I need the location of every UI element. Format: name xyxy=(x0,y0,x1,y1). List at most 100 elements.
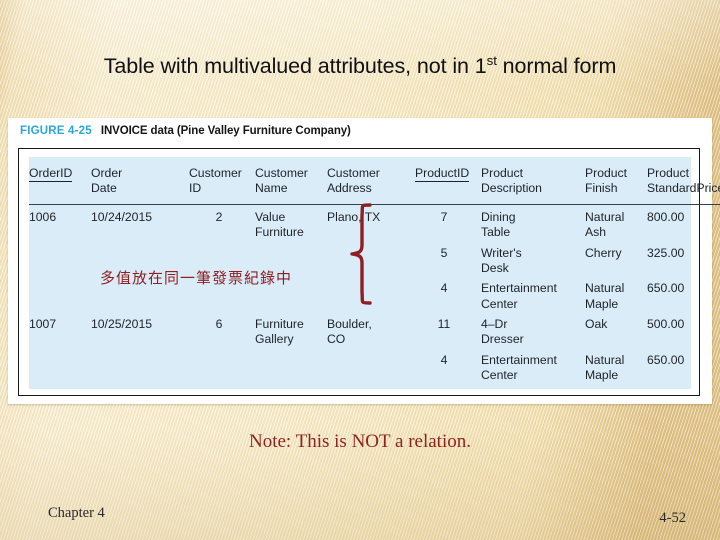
column-header-orderdate-l1: Order xyxy=(91,166,123,180)
column-header-productfinish-l1: Product xyxy=(585,166,628,180)
column-header-productid: ProductID xyxy=(407,157,481,204)
cell-orderid xyxy=(29,241,91,277)
cell-customername xyxy=(255,348,327,384)
cell-customeraddress xyxy=(327,241,407,277)
cell-customeraddress xyxy=(327,348,407,384)
invoice-table-header: OrderID Order Date Customer ID Customer xyxy=(29,157,720,205)
header-row: OrderID Order Date Customer ID Customer xyxy=(29,157,720,205)
cell-productdescription-l1: Entertainment xyxy=(481,352,557,367)
cell-productid: 4 xyxy=(440,352,448,367)
cell-productdescription: 4–Dr Dresser xyxy=(481,312,585,348)
column-header-customername-l1: Customer xyxy=(255,166,308,180)
column-header-customername-l2: Name xyxy=(255,181,288,196)
figure-number: FIGURE 4-25 xyxy=(20,125,92,137)
cell-productfinish-l1: Natural xyxy=(585,352,625,367)
cell-orderid: 1006 xyxy=(29,209,57,224)
cell-productdescription-l2: Dresser xyxy=(481,332,524,347)
cell-productdescription: Entertainment Center xyxy=(481,348,585,384)
cell-productid: 11 xyxy=(437,317,451,331)
cell-productdescription-l1: Writer's xyxy=(481,245,522,260)
cell-customeraddress: Plano, TX xyxy=(327,204,407,240)
page-title-main: Table with multivalued attributes, not i… xyxy=(103,54,487,78)
cell-productfinish-l2: Maple xyxy=(585,296,619,311)
cell-productfinish-l2: Maple xyxy=(585,368,619,383)
cell-customername-l2: Furniture xyxy=(255,225,304,240)
column-header-productfinish: Product Finish xyxy=(585,157,647,204)
cell-productdescription-l1: 4–Dr xyxy=(481,317,508,331)
cell-orderid xyxy=(29,276,91,312)
cell-productdescription-l2: Center xyxy=(481,296,518,311)
cell-productdescription-l1: Dining xyxy=(481,209,516,224)
cell-orderid: 1007 xyxy=(29,317,57,331)
cell-productstandardprice: 800.00 xyxy=(647,209,685,224)
cell-productfinish-l1: Natural xyxy=(585,209,625,224)
cell-productid: 7 xyxy=(440,209,448,224)
column-header-productfinish-l2: Finish xyxy=(585,181,618,196)
figure-caption-text: INVOICE data (Pine Valley Furniture Comp… xyxy=(100,125,351,137)
column-header-customeraddress: Customer Address xyxy=(327,157,407,204)
cell-customerid: 2 xyxy=(215,209,223,224)
cell-productid: 4 xyxy=(440,281,448,296)
cell-productstandardprice: 500.00 xyxy=(647,317,685,331)
cell-productdescription: Writer's Desk xyxy=(481,241,585,277)
cell-productfinish: Natural Maple xyxy=(585,276,647,312)
table-row: 4 Entertainment Center Natural Maple 650… xyxy=(29,348,720,384)
column-header-productid-l1: ProductID xyxy=(415,166,470,182)
cell-customername-l2: Gallery xyxy=(255,332,294,347)
cell-customeraddress-l1: Plano, TX xyxy=(327,209,381,224)
column-header-orderid-l1: OrderID xyxy=(29,166,73,182)
column-header-productstandardprice: Product StandardPrice xyxy=(647,157,720,204)
cell-productfinish: Cherry xyxy=(585,245,622,260)
cell-orderdate: 10/25/2015 xyxy=(91,317,152,331)
table-row: 1007 10/25/2015 6 Furniture Gallery Boul… xyxy=(29,312,720,348)
cell-customername: Furniture Gallery xyxy=(255,312,327,348)
figure-panel: FIGURE 4-25 INVOICE data (Pine Valley Fur… xyxy=(8,118,720,404)
cell-customername: Value Furniture xyxy=(255,204,327,240)
cell-productid: 5 xyxy=(440,245,448,260)
cell-orderid xyxy=(29,348,91,384)
cell-customeraddress xyxy=(327,276,407,312)
cell-productdescription: Entertainment Center xyxy=(481,276,585,312)
cell-productdescription-l1: Entertainment xyxy=(481,281,557,296)
cell-productdescription: Dining Table xyxy=(481,204,585,240)
cell-productfinish: Natural Maple xyxy=(585,348,647,384)
page-title-tail: normal form xyxy=(496,54,617,78)
page-number: 4-52 xyxy=(659,510,686,526)
figure-caption: FIGURE 4-25 INVOICE data (Pine Valley Fur… xyxy=(20,125,351,137)
column-header-productdescription-l2: Description xyxy=(481,181,542,196)
multivalued-annotation-text: 多值放在同一筆發票紀錄中 xyxy=(100,269,293,287)
column-header-customerid-l2: ID xyxy=(189,181,202,196)
cell-productdescription-l2: Table xyxy=(481,225,511,240)
cell-productfinish: Oak xyxy=(585,317,608,331)
column-header-orderdate-l2: Date xyxy=(91,181,117,196)
cell-productfinish-l1: Natural xyxy=(585,281,625,296)
column-header-customerid: Customer ID xyxy=(183,157,255,204)
cell-customeraddress: Boulder, CO xyxy=(327,312,407,348)
cell-productstandardprice: 650.00 xyxy=(647,281,685,296)
column-header-productdescription-l1: Product xyxy=(481,166,524,180)
cell-productfinish-l2: Ash xyxy=(585,225,607,240)
column-header-productstandardprice-l1: Product xyxy=(647,166,690,180)
relation-note: Note: This is NOT a relation. xyxy=(249,431,471,452)
cell-customeraddress-l2: CO xyxy=(327,332,346,347)
chapter-label: Chapter 4 xyxy=(48,505,105,521)
page-title: Table with multivalued attributes, not i… xyxy=(0,54,720,79)
cell-orderdate: 10/24/2015 xyxy=(91,209,152,224)
column-header-customeraddress-l2: Address xyxy=(327,181,372,196)
column-header-customername: Customer Name xyxy=(255,157,327,204)
cell-productstandardprice: 650.00 xyxy=(647,352,685,367)
cell-customerid: 6 xyxy=(215,317,223,331)
column-header-orderid: OrderID xyxy=(29,157,91,204)
cell-customeraddress-l1: Boulder, xyxy=(327,317,372,331)
invoice-table-body: 1006 10/24/2015 2 Value Furniture Plano,… xyxy=(29,204,720,383)
cell-productdescription-l2: Center xyxy=(481,368,518,383)
page-title-ordinal-suffix: st xyxy=(486,52,497,68)
cell-productdescription-l2: Desk xyxy=(481,260,509,275)
column-header-customeraddress-l1: Customer xyxy=(327,166,380,180)
cell-productfinish: Natural Ash xyxy=(585,204,647,240)
cell-customerid xyxy=(183,348,255,384)
column-header-orderdate: Order Date xyxy=(91,157,183,204)
cell-customername-l1: Furniture xyxy=(255,317,304,331)
table-row: 1006 10/24/2015 2 Value Furniture Plano,… xyxy=(29,204,720,240)
column-header-customerid-l1: Customer xyxy=(189,166,242,180)
